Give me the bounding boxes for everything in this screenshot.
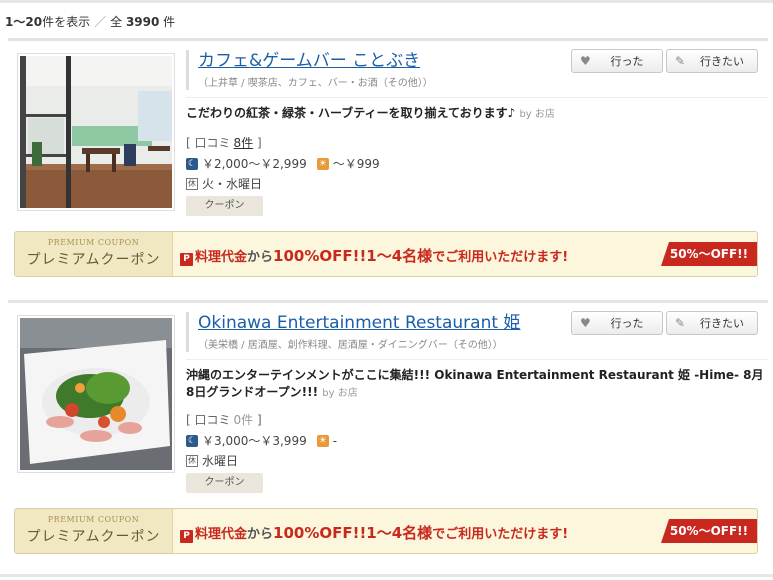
holiday-icon: 休 bbox=[186, 454, 198, 467]
restaurant-photo[interactable] bbox=[17, 315, 175, 473]
divider bbox=[186, 97, 768, 98]
catch-copy: 沖縄のエンターテインメントがここに集結!!! Okinawa Entertain… bbox=[186, 367, 766, 402]
premium-coupon-banner[interactable]: PREMIUM COUPON プレミアムクーポン P 料理代金から100%OFF!… bbox=[14, 231, 758, 277]
premium-coupon-text: P 料理代金から100%OFF!!1～4名様でご利用いただけます! bbox=[180, 522, 568, 543]
price-range: ☾ ￥3,000～￥3,999 ☀ - bbox=[186, 432, 337, 449]
coupon-text-d: でご利用いただけます! bbox=[432, 250, 569, 265]
heart-icon: ♥ bbox=[580, 54, 591, 68]
dinner-price: ￥2,000～￥2,999 bbox=[202, 157, 307, 171]
catch-text: 沖縄のエンターテインメントがここに集結!!! Okinawa Entertain… bbox=[186, 368, 764, 399]
top-border bbox=[0, 0, 773, 3]
results-summary: 1～20件を表示／全 3990 件 bbox=[5, 13, 175, 30]
results-range: 1～20 bbox=[5, 15, 43, 29]
moon-icon: ☾ bbox=[186, 434, 198, 447]
discount-ribbon: 50%～OFF!! bbox=[661, 519, 757, 543]
restaurant-card: Okinawa Entertainment Restaurant 姫 （美栄橋 … bbox=[8, 300, 768, 500]
restaurant-header: Okinawa Entertainment Restaurant 姫 （美栄橋 … bbox=[186, 312, 520, 352]
coupon-text-a: 料理代金 bbox=[195, 250, 248, 265]
want-button-label: 行きたい bbox=[700, 55, 744, 68]
coupon-badge[interactable]: クーポン bbox=[186, 196, 263, 216]
review-label: 口コミ bbox=[194, 136, 231, 150]
results-separator: ／ bbox=[94, 15, 107, 29]
restaurant-card: カフェ&ゲームバー ことぶき （上井草 / 喫茶店、カフェ、バー・お酒（その他）… bbox=[8, 38, 768, 230]
catch-copy: こだわりの紅茶・緑茶・ハーブティーを取り揃えております♪ by お店 bbox=[186, 105, 766, 123]
sun-icon: ☀ bbox=[316, 434, 329, 447]
results-range-suffix: 件を表示 bbox=[42, 15, 91, 29]
results-total-suffix: 件 bbox=[163, 15, 176, 29]
premium-p-icon: P bbox=[180, 253, 193, 266]
holiday-info: 休 火・水曜日 bbox=[186, 175, 262, 192]
lunch-price: - bbox=[332, 433, 338, 448]
restaurant-photo[interactable] bbox=[17, 53, 175, 211]
want-to-go-button[interactable]: ✎ 行きたい bbox=[666, 49, 758, 73]
premium-coupon-en: PREMIUM COUPON bbox=[47, 515, 140, 524]
coupon-text-c: 100%OFF!!1～4名様 bbox=[273, 247, 433, 265]
want-to-go-button[interactable]: ✎ 行きたい bbox=[666, 311, 758, 335]
results-total: 3990 bbox=[125, 15, 160, 29]
review-count-value: 0件 bbox=[233, 413, 254, 427]
premium-coupon-banner[interactable]: PREMIUM COUPON プレミアムクーポン P 料理代金から100%OFF!… bbox=[14, 508, 758, 554]
sun-icon: ☀ bbox=[316, 157, 329, 170]
review-label: 口コミ bbox=[194, 413, 231, 427]
bottom-border bbox=[0, 574, 773, 577]
heart-icon: ♥ bbox=[580, 316, 591, 330]
restaurant-name-link[interactable]: カフェ&ゲームバー ことぶき bbox=[198, 50, 433, 72]
premium-coupon-logo: PREMIUM COUPON プレミアムクーポン bbox=[15, 232, 173, 276]
catch-by: by お店 bbox=[519, 109, 555, 120]
discount-ribbon: 50%～OFF!! bbox=[661, 242, 757, 266]
review-count-link[interactable]: 8件 bbox=[234, 136, 254, 150]
went-button[interactable]: ♥ 行った bbox=[571, 311, 663, 335]
restaurant-name-link[interactable]: Okinawa Entertainment Restaurant 姫 bbox=[198, 312, 520, 334]
pin-icon: ✎ bbox=[675, 54, 686, 68]
went-button[interactable]: ♥ 行った bbox=[571, 49, 663, 73]
holiday-info: 休 水曜日 bbox=[186, 452, 238, 469]
coupon-text-a: 料理代金 bbox=[195, 527, 248, 542]
price-range: ☾ ￥2,000～￥2,999 ☀ ～￥999 bbox=[186, 155, 380, 172]
want-button-label: 行きたい bbox=[700, 317, 744, 330]
dinner-price: ￥3,000～￥3,999 bbox=[202, 434, 307, 448]
premium-coupon-text: P 料理代金から100%OFF!!1～4名様でご利用いただけます! bbox=[180, 245, 568, 266]
coupon-text-c: 100%OFF!!1～4名様 bbox=[273, 524, 433, 542]
coupon-text-b: から bbox=[247, 527, 274, 542]
catch-by: by お店 bbox=[322, 388, 358, 399]
pin-icon: ✎ bbox=[675, 316, 686, 330]
review-count: [ 口コミ 0件 ] bbox=[186, 413, 262, 427]
restaurant-area: （美栄橋 / 居酒屋、創作料理、居酒屋・ダイニングバー（その他）） bbox=[198, 340, 503, 351]
holiday-text: 火・水曜日 bbox=[202, 177, 263, 191]
review-count: [ 口コミ 8件 ] bbox=[186, 136, 262, 150]
coupon-text-d: でご利用いただけます! bbox=[432, 527, 569, 542]
restaurant-header: カフェ&ゲームバー ことぶき （上井草 / 喫茶店、カフェ、バー・お酒（その他）… bbox=[186, 50, 433, 90]
restaurant-area: （上井草 / 喫茶店、カフェ、バー・お酒（その他）） bbox=[198, 78, 433, 89]
coupon-text-b: から bbox=[247, 250, 274, 265]
dish-image bbox=[20, 318, 172, 470]
coupon-badge[interactable]: クーポン bbox=[186, 473, 263, 493]
premium-coupon-jp: プレミアムクーポン bbox=[26, 252, 161, 268]
cafe-interior-image bbox=[20, 56, 172, 208]
went-button-label: 行った bbox=[610, 55, 644, 68]
holiday-text: 水曜日 bbox=[202, 454, 239, 468]
premium-p-icon: P bbox=[180, 530, 193, 543]
holiday-icon: 休 bbox=[186, 177, 198, 190]
divider bbox=[186, 359, 768, 360]
catch-text: こだわりの紅茶・緑茶・ハーブティーを取り揃えております♪ bbox=[186, 106, 516, 120]
results-total-prefix: 全 bbox=[110, 15, 123, 29]
premium-coupon-en: PREMIUM COUPON bbox=[47, 238, 140, 247]
moon-icon: ☾ bbox=[186, 157, 198, 170]
premium-coupon-logo: PREMIUM COUPON プレミアムクーポン bbox=[15, 509, 173, 553]
premium-coupon-jp: プレミアムクーポン bbox=[26, 529, 161, 545]
went-button-label: 行った bbox=[610, 317, 644, 330]
lunch-price: ～￥999 bbox=[332, 157, 380, 171]
